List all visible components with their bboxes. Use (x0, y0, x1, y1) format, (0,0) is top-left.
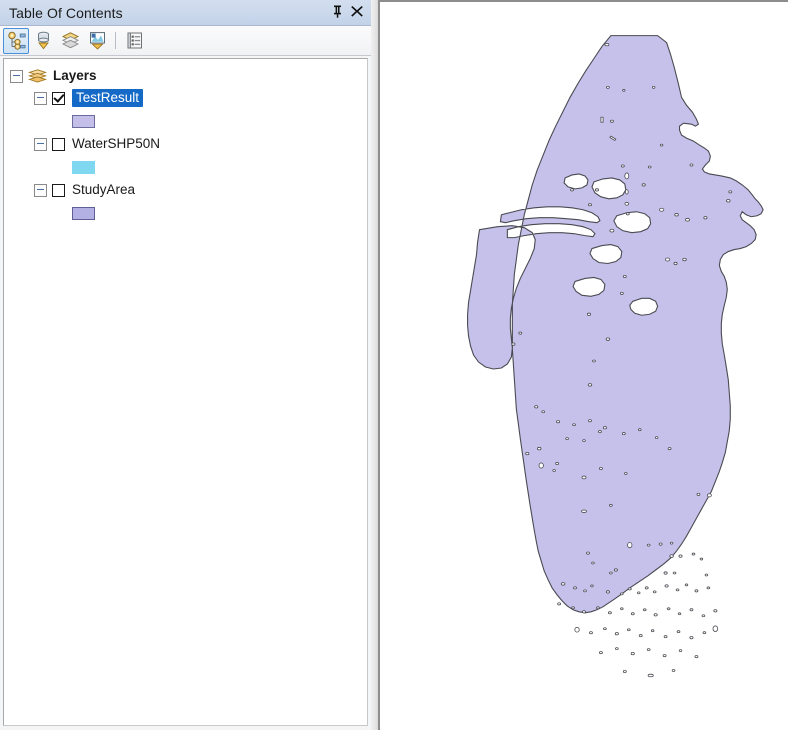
list-by-drawing-order-button[interactable] (3, 27, 29, 54)
panel-splitter[interactable] (371, 0, 378, 730)
toc-tree-container[interactable]: Layers TestResult WaterSHP50N StudyArea (3, 58, 368, 726)
tree-label-layers-root: Layers (53, 68, 97, 84)
legend-row-watershp50n (4, 155, 367, 179)
toc-toolbar (0, 26, 371, 56)
legend-swatch-studyarea[interactable] (72, 206, 95, 220)
expander-layers-root[interactable] (10, 69, 23, 83)
auto-hide-pin-button[interactable] (327, 3, 347, 23)
legend-row-testresult (4, 109, 367, 133)
close-icon-svg (351, 6, 363, 17)
checkbox-testresult[interactable] (52, 91, 65, 105)
tree-node-watershp50n[interactable]: WaterSHP50N (4, 133, 367, 155)
tree-label-studyarea: StudyArea (72, 182, 136, 198)
list-by-selection-button[interactable] (84, 28, 110, 54)
checkbox-studyarea[interactable] (52, 183, 65, 197)
legend-row-studyarea (4, 201, 367, 225)
close-panel-button[interactable] (347, 3, 367, 23)
list-by-visibility-button[interactable] (57, 28, 83, 54)
expander-watershp50n[interactable] (34, 137, 47, 151)
layers-stack-icon (28, 68, 47, 84)
drawing-order-icon (7, 31, 26, 50)
tree-node-testresult[interactable]: TestResult (4, 87, 367, 109)
source-database-icon (37, 31, 49, 50)
layers-stack-icon-svg (28, 68, 47, 82)
map-canvas[interactable] (380, 2, 788, 730)
tree-node-layers-root[interactable]: Layers (4, 65, 367, 87)
panel-titlebar: Table Of Contents (0, 0, 371, 26)
legend-swatch-watershp50n[interactable] (72, 160, 95, 174)
options-button[interactable] (121, 28, 147, 54)
testresult-polygon-layer (467, 35, 764, 614)
panel-title: Table Of Contents (9, 4, 123, 21)
options-list-icon (127, 32, 142, 49)
close-icon (351, 5, 363, 20)
map-data-frame[interactable] (378, 0, 788, 730)
testresult-polygon (467, 35, 764, 614)
visibility-layers-icon (61, 32, 79, 49)
toolbar-separator (115, 32, 116, 49)
selection-icon (89, 32, 105, 50)
checkbox-watershp50n[interactable] (52, 137, 65, 151)
arcmap-window: Table Of Contents Layers TestResult Wate… (0, 0, 788, 730)
tree-label-watershp50n: WaterSHP50N (72, 136, 161, 152)
pin-icon-svg (333, 5, 341, 18)
legend-swatch-testresult[interactable] (72, 114, 95, 128)
pin-icon (332, 5, 343, 21)
layer-tree: Layers TestResult WaterSHP50N StudyArea (4, 59, 367, 225)
expander-studyarea[interactable] (34, 183, 47, 197)
expander-testresult[interactable] (34, 91, 47, 105)
list-by-source-button[interactable] (30, 28, 56, 54)
tree-label-testresult: TestResult (72, 88, 144, 108)
tree-node-studyarea[interactable]: StudyArea (4, 179, 367, 201)
table-of-contents-panel: Table Of Contents Layers TestResult Wate… (0, 0, 371, 730)
